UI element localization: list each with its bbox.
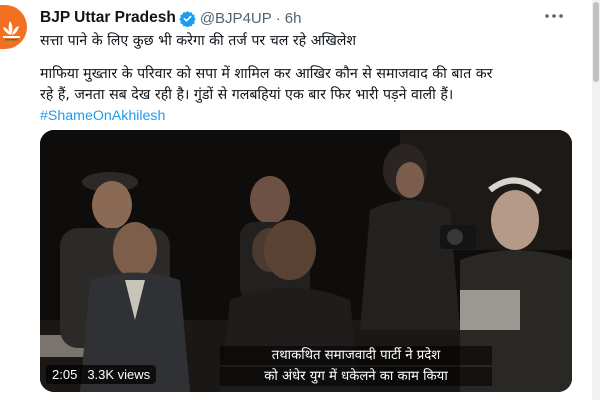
scrollbar[interactable]	[592, 0, 600, 400]
video-subtitle: तथाकथित समाजवादी पार्टी ने प्रदेश	[220, 346, 492, 365]
tweet-text-line: रहे हैं, जनता सब देख रही है। गुंडों से ग…	[40, 87, 454, 103]
separator-dot: ·	[275, 9, 281, 27]
verified-badge-icon	[179, 10, 196, 27]
scrollbar-thumb[interactable]	[593, 2, 599, 82]
author-handle[interactable]: @BJP4UP	[200, 10, 272, 27]
hashtag-link[interactable]: #ShameOnAkhilesh	[40, 106, 580, 127]
video-player[interactable]: तथाकथित समाजवादी पार्टी ने प्रदेश को अंध…	[40, 130, 572, 392]
video-views: 3.3K views	[87, 367, 151, 382]
tweet-timestamp[interactable]: 6h	[285, 10, 302, 27]
avatar[interactable]	[0, 5, 27, 49]
tweet-text-line: सत्ता पाने के लिए कुछ भी करेगा की तर्ज प…	[40, 33, 357, 49]
lotus-logo-icon	[3, 21, 20, 41]
video-meta-badge: 2:05 3.3K views	[46, 365, 157, 384]
video-subtitle: को अंधेर युग में धकेलने का काम किया	[220, 367, 492, 386]
video-duration: 2:05	[52, 367, 78, 382]
tweet-text: सत्ता पाने के लिए कुछ भी करेगा की तर्ज प…	[40, 31, 580, 127]
tweet-header: BJP Uttar Pradesh @BJP4UP · 6h	[40, 8, 301, 28]
tweet[interactable]: BJP Uttar Pradesh @BJP4UP · 6h सत्ता पान…	[0, 0, 590, 400]
tweet-text-line: माफिया मुख्तार के परिवार को सपा में शामि…	[40, 66, 493, 82]
author-name[interactable]: BJP Uttar Pradesh	[40, 9, 176, 27]
more-options-icon[interactable]	[540, 6, 568, 26]
